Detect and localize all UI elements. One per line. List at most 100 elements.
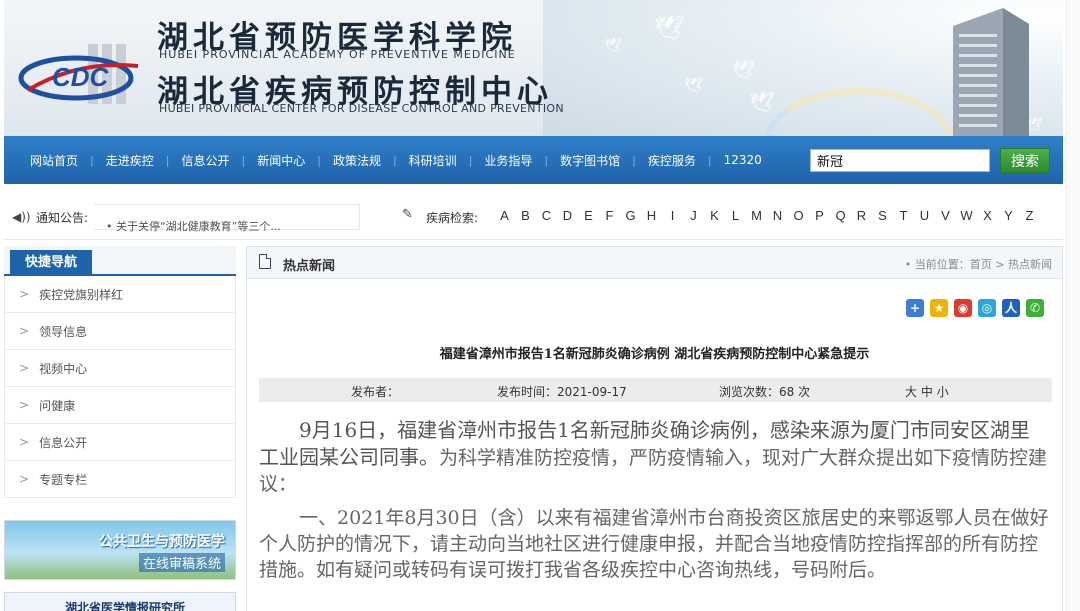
sidebar-item-label: 问健康	[39, 398, 76, 413]
share-weibo-icon[interactable]: ◉	[954, 299, 972, 317]
sidebar-item-label: 疾控党旗别样红	[39, 287, 124, 302]
page-scrollbar[interactable]	[1066, 0, 1080, 611]
search-button[interactable]: 搜索	[1000, 148, 1050, 173]
letter-f[interactable]: F	[599, 208, 620, 223]
letter-o[interactable]: O	[788, 208, 809, 223]
edit-icon: ✎	[402, 207, 413, 222]
letter-y[interactable]: Y	[998, 208, 1019, 223]
sidebar-title: 快捷导航	[10, 250, 92, 276]
nav-info-disclosure[interactable]: 信息公开	[169, 152, 241, 169]
nav-library[interactable]: 数字图书馆	[548, 152, 632, 169]
breadcrumb[interactable]: • 当前位置：首页 > 热点新闻	[905, 256, 1052, 272]
share-wechat-icon[interactable]: ✆	[1026, 299, 1044, 317]
chevron-right-icon: >	[19, 324, 30, 338]
letter-r[interactable]: R	[851, 208, 872, 223]
promo-subtitle: 在线审稿系统	[138, 553, 225, 572]
nav-policy[interactable]: 政策法规	[321, 152, 393, 169]
article-panel-header: 热点新闻 • 当前位置：首页 > 热点新闻	[247, 247, 1062, 279]
sidebar-item-leaders[interactable]: > 领导信息	[5, 313, 235, 350]
nav-guidance[interactable]: 业务指导	[472, 152, 544, 169]
cdc-logo[interactable]: CDC	[18, 40, 148, 110]
meta-publish-time: 发布时间：2021-09-17	[497, 385, 627, 399]
sidebar-item-label: 领导信息	[39, 324, 88, 339]
letter-p[interactable]: P	[809, 208, 830, 223]
sidebar-item-topics[interactable]: > 专题专栏	[5, 461, 235, 498]
letter-d[interactable]: D	[557, 208, 578, 223]
search-input[interactable]	[810, 149, 990, 172]
sidebar-item-label: 专题专栏	[39, 472, 88, 487]
nav-hotline[interactable]: 12320	[712, 153, 774, 167]
header-banner: CDC 湖北省预防医学科学院 HUBEI PROVINCIAL ACADEMY …	[4, 0, 1063, 136]
letter-t[interactable]: T	[893, 208, 914, 223]
promo-institute-name: 湖北省医学情报研究所	[65, 601, 186, 611]
chevron-right-icon: >	[19, 472, 30, 486]
nav-research[interactable]: 科研培训	[397, 152, 469, 169]
institute-name-en: HUBEI PROVINCIAL ACADEMY OF PREVENTIVE M…	[159, 48, 516, 61]
sidebar-header: 快捷导航	[4, 246, 236, 276]
chevron-right-icon: >	[19, 361, 30, 375]
letter-v[interactable]: V	[935, 208, 956, 223]
meta-views: 浏览次数：68 次	[719, 385, 811, 399]
article-meta: 发布者： 发布时间：2021-09-17 浏览次数：68 次 大 中 小	[259, 378, 1052, 402]
letter-b[interactable]: B	[515, 208, 536, 223]
article-paragraph-2: 一、2021年8月30日（含）以来有福建省漳州市台商投资区旅居史的来鄂返鄂人员在…	[259, 505, 1049, 583]
promo-title: 公共卫生与预防医学	[99, 534, 225, 550]
sidebar-item-label: 视频中心	[39, 361, 88, 376]
letter-h[interactable]: H	[641, 208, 662, 223]
notice-bar: ◀)) 通知公告: • 关于关停“湖北健康教育”等三个... ✎ 疾病检索: A…	[4, 196, 1063, 240]
sidebar-item-video[interactable]: > 视频中心	[5, 350, 235, 387]
cdc-name-en: HUBEI PROVINCIAL CENTER FOR DISEASE CONT…	[159, 102, 564, 115]
logo-text: CDC	[52, 62, 110, 92]
announcement-link[interactable]: • 关于关停“湖北健康教育”等三个...	[106, 218, 281, 234]
article-paragraph-1: 9月16日，福建省漳州市报告1名新冠肺炎确诊病例，感染来源为厦门市同安区湖里工业…	[259, 417, 1049, 497]
nav-about[interactable]: 走进疾控	[94, 152, 166, 169]
letter-s[interactable]: S	[872, 208, 893, 223]
font-size-switch[interactable]: 大 中 小	[905, 383, 949, 400]
nav-items: 网站首页 | 走进疾控 | 信息公开 | 新闻中心 | 政策法规 | 科研培训 | 业务指导…	[4, 152, 774, 169]
letter-g[interactable]: G	[620, 208, 641, 223]
letter-a[interactable]: A	[494, 208, 515, 223]
letter-j[interactable]: J	[683, 208, 704, 223]
share-renren-icon[interactable]: 人	[1002, 299, 1020, 317]
letter-x[interactable]: X	[977, 208, 998, 223]
letter-m[interactable]: M	[746, 208, 767, 223]
share-qzone-icon[interactable]: ★	[930, 299, 948, 317]
main-nav: 网站首页 | 走进疾控 | 信息公开 | 新闻中心 | 政策法规 | 科研培训 | 业务指导…	[4, 136, 1063, 184]
review-system-banner[interactable]: 公共卫生与预防医学 在线审稿系统	[4, 520, 236, 580]
chevron-right-icon: >	[19, 435, 30, 449]
letter-n[interactable]: N	[767, 208, 788, 223]
article-title: 福建省漳州市报告1名新冠肺炎确诊病例 湖北省疾病预防控制中心紧急提示	[439, 347, 870, 362]
dove-icon: 🕊	[749, 90, 775, 114]
quick-nav-sidebar: 快捷导航 > 疾控党旗别样红 > 领导信息 > 视频中心 > 问健康 > 信息公开 > 专题…	[4, 246, 236, 498]
nav-news[interactable]: 新闻中心	[245, 152, 317, 169]
share-more-icon[interactable]: +	[906, 299, 924, 317]
chevron-right-icon: >	[19, 398, 30, 412]
letter-u[interactable]: U	[914, 208, 935, 223]
meta-publisher: 发布者：	[351, 385, 400, 399]
letter-e[interactable]: E	[578, 208, 599, 223]
letter-l[interactable]: L	[725, 208, 746, 223]
sidebar-item-ask-health[interactable]: > 问健康	[5, 387, 235, 424]
sidebar-item-party[interactable]: > 疾控党旗别样红	[5, 276, 235, 313]
dove-icon: 🕊	[684, 76, 704, 94]
medical-info-institute-banner[interactable]: 湖北省医学情报研究所	[4, 592, 236, 611]
share-tencent-icon[interactable]: ◎	[978, 299, 996, 317]
letter-c[interactable]: C	[536, 208, 557, 223]
notice-label: 通知公告:	[36, 211, 89, 225]
chevron-right-icon: >	[19, 287, 30, 301]
document-icon	[259, 254, 271, 269]
speaker-icon: ◀))	[12, 210, 31, 224]
letter-i[interactable]: I	[662, 208, 683, 223]
letter-k[interactable]: K	[704, 208, 725, 223]
dove-icon: 🕊	[732, 60, 755, 81]
nav-services[interactable]: 疾控服务	[636, 152, 708, 169]
letter-q[interactable]: Q	[830, 208, 851, 223]
article-panel: 热点新闻 • 当前位置：首页 > 热点新闻 + ★ ◉ ◎ 人 ✆ 福建省漳州市…	[246, 246, 1063, 611]
letter-index: A B C D E F G H I J K L M N O P Q R S T …	[494, 208, 1040, 223]
sidebar-item-info[interactable]: > 信息公开	[5, 424, 235, 461]
nav-home[interactable]: 网站首页	[18, 152, 90, 169]
dove-icon: 🕊	[654, 14, 685, 42]
dove-icon: 🕊	[604, 38, 622, 54]
letter-z[interactable]: Z	[1019, 208, 1040, 223]
letter-w[interactable]: W	[956, 208, 977, 223]
